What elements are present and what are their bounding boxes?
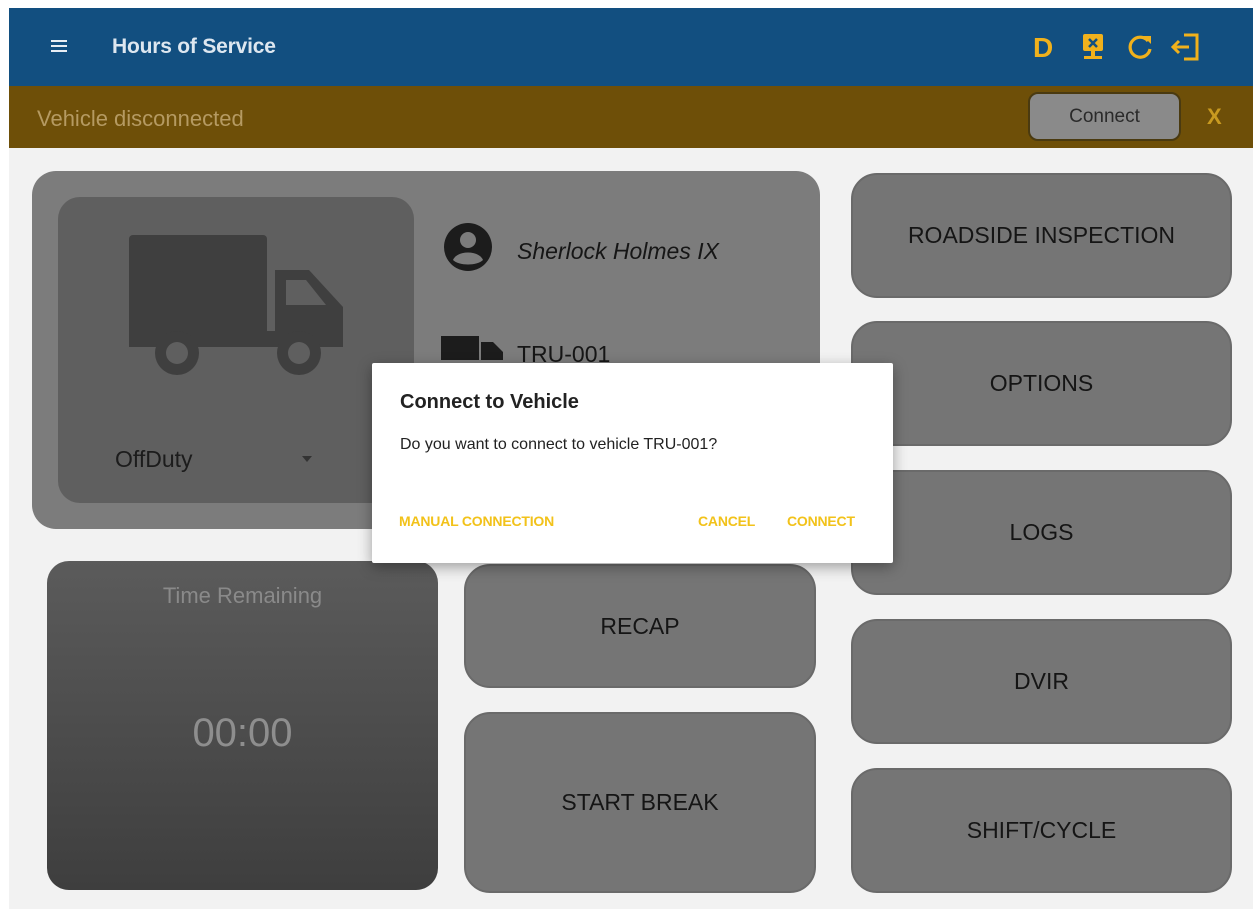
small-truck-icon [441, 336, 503, 360]
chevron-down-icon[interactable] [302, 456, 312, 462]
driver-name: Sherlock Holmes IX [517, 238, 719, 264]
shift-cycle-button[interactable]: SHIFT/CYCLE [851, 768, 1232, 893]
time-remaining-card: Time Remaining 00:00 [47, 561, 438, 890]
recap-button[interactable]: RECAP [464, 564, 816, 688]
app-bar: Hours of Service D [9, 8, 1253, 86]
logs-button[interactable]: LOGS [851, 470, 1232, 595]
connect-button[interactable]: CONNECT [787, 513, 855, 529]
duty-status-card[interactable] [58, 197, 414, 503]
cancel-button[interactable]: CANCEL [698, 513, 755, 529]
start-break-button[interactable]: START BREAK [464, 712, 816, 893]
banner-close-button[interactable]: X [1207, 104, 1222, 130]
duty-status-select[interactable]: OffDuty [115, 446, 193, 473]
roadside-inspection-button[interactable]: ROADSIDE INSPECTION [851, 173, 1232, 298]
time-remaining-label: Time Remaining [162, 583, 323, 608]
manual-connection-button[interactable]: MANUAL CONNECTION [399, 513, 554, 529]
refresh-icon[interactable] [1127, 32, 1155, 62]
menu-icon[interactable] [51, 40, 67, 52]
app-title: Hours of Service [112, 35, 276, 58]
dialog-title: Connect to Vehicle [400, 391, 579, 413]
connect-vehicle-dialog: Connect to Vehicle Do you want to connec… [372, 363, 893, 563]
logout-icon[interactable] [1170, 32, 1202, 62]
vehicle-disconnected-icon[interactable] [1080, 32, 1106, 62]
dialog-message: Do you want to connect to vehicle TRU-00… [400, 436, 718, 453]
banner-message: Vehicle disconnected [37, 106, 244, 131]
dvir-button[interactable]: DVIR [851, 619, 1232, 744]
banner-connect-button[interactable]: Connect [1028, 92, 1181, 141]
duty-status-indicator: D [1033, 32, 1054, 63]
avatar-icon [444, 223, 492, 271]
options-button[interactable]: OPTIONS [851, 321, 1232, 446]
truck-icon [129, 235, 343, 375]
time-remaining-value: 00:00 [192, 711, 293, 755]
